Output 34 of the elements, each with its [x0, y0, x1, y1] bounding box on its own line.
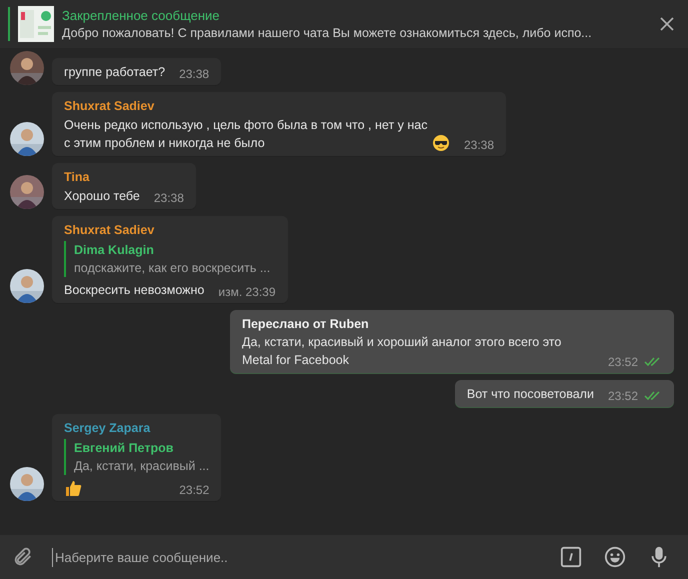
double-check-icon: [644, 357, 662, 367]
message-text: Очень редко использую , цель фото была в том что , нет у нас с этим проблем и никогда не было: [64, 117, 428, 152]
message-time: 23:52: [179, 482, 210, 499]
reply-author: Dima Kulagin: [74, 242, 155, 259]
author-name: Sergey Zapara: [64, 420, 152, 437]
message-text: Да, кстати, красивый и хороший аналог этого всего это Metal for Facebook: [242, 334, 562, 369]
reply-author: Евгений Петров: [74, 440, 174, 457]
message-time: 23:38: [179, 66, 210, 83]
author-name: Shuxrat Sadiev: [64, 222, 156, 239]
author-name: Shuxrat Sadiev: [64, 98, 156, 115]
slash-command-icon: [560, 546, 582, 568]
pinned-text: Добро пожаловать! С правилами нашего чата Вы можете ознакомиться здесь, либо испо...: [62, 26, 593, 40]
message-text: группе работает?: [64, 64, 166, 81]
pinned-title: Закрепленное сообщение: [62, 8, 221, 23]
smiley-icon: [604, 546, 626, 568]
message-time: 23:38: [154, 190, 184, 207]
reply-quote[interactable]: Dima Kulagin подскажите, как его воскресить ...: [64, 241, 276, 277]
message-text: Хорошо тебе: [64, 188, 140, 205]
reply-quote[interactable]: Евгений Петров Да, кстати, красивый ...: [64, 439, 210, 475]
message-time: 23:52: [608, 388, 638, 405]
double-check-icon: [644, 391, 662, 401]
message-text: Вот что посоветовали: [466, 386, 594, 403]
pinned-message-bar[interactable]: Закрепленное сообщение Добро пожаловать! С правилами нашего чата Вы можете ознакомиться здесь, либо испо...: [0, 0, 688, 48]
message-time: 23:52: [608, 354, 638, 371]
message-composer[interactable]: Наберите ваше сообщение..: [0, 535, 688, 579]
reply-text: Да, кстати, красивый ...: [74, 458, 210, 475]
forwarded-label: Переслано от Ruben: [242, 316, 370, 333]
close-icon: [660, 17, 674, 31]
message-time: 23:38: [464, 137, 494, 154]
message-text: Воскресить невозможно: [64, 282, 204, 299]
author-name: Tina: [64, 169, 90, 186]
reply-text: подскажите, как его воскресить ...: [74, 260, 272, 277]
paperclip-icon: [12, 546, 34, 568]
message-time: изм. 23:39: [218, 284, 276, 301]
